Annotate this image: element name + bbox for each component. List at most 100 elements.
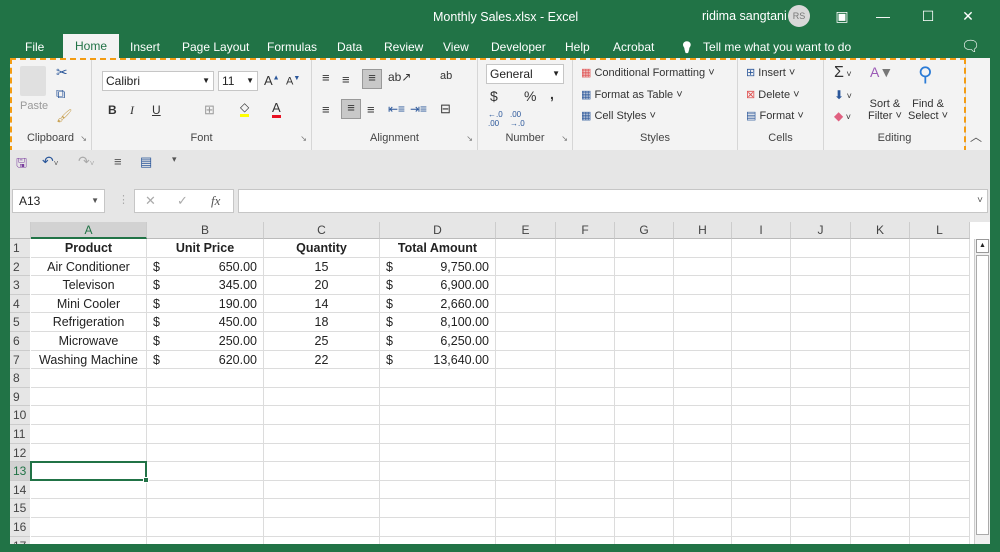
cell-f6[interactable] bbox=[556, 332, 615, 351]
cell-d12[interactable] bbox=[380, 443, 496, 463]
column-header-h[interactable]: H bbox=[674, 222, 732, 239]
cell-a17[interactable] bbox=[31, 536, 147, 544]
cell-j17[interactable] bbox=[791, 536, 851, 544]
cell-d17[interactable] bbox=[380, 536, 496, 544]
row-header-1[interactable]: 1 bbox=[10, 239, 30, 258]
cell-d14[interactable] bbox=[380, 480, 496, 500]
font-size-select[interactable]: 11 ▼ bbox=[218, 71, 258, 91]
cell-l4[interactable] bbox=[910, 294, 970, 314]
row-header-10[interactable]: 10 bbox=[10, 406, 30, 425]
cell-h10[interactable] bbox=[674, 406, 732, 425]
cell-i7[interactable] bbox=[732, 350, 791, 370]
cell-b8[interactable] bbox=[147, 369, 264, 388]
cell-a5[interactable]: Refrigeration bbox=[31, 313, 147, 332]
merge-center-icon[interactable]: ⊟ bbox=[440, 101, 451, 117]
cell-g4[interactable] bbox=[615, 294, 674, 314]
cell-i2[interactable] bbox=[732, 257, 791, 277]
cell-a12[interactable] bbox=[31, 443, 147, 463]
column-header-a[interactable]: A bbox=[31, 222, 147, 239]
paste-button[interactable]: Paste bbox=[20, 100, 48, 112]
cell-f8[interactable] bbox=[556, 369, 615, 388]
wrap-text-icon[interactable]: ab bbox=[440, 70, 452, 82]
cell-c11[interactable] bbox=[264, 425, 380, 444]
cell-b13[interactable] bbox=[147, 462, 264, 481]
cell-j3[interactable] bbox=[791, 276, 851, 295]
cell-g8[interactable] bbox=[615, 369, 674, 388]
select-all-button[interactable] bbox=[10, 222, 31, 239]
row-header-7[interactable]: 7 bbox=[10, 350, 30, 370]
cell-e11[interactable] bbox=[496, 425, 556, 444]
tab-acrobat[interactable]: Acrobat bbox=[613, 37, 654, 58]
column-header-e[interactable]: E bbox=[496, 222, 556, 239]
cell-k9[interactable] bbox=[851, 387, 910, 407]
autosum-button[interactable]: Σ ˅ bbox=[834, 64, 852, 82]
cell-d11[interactable] bbox=[380, 425, 496, 444]
font-color-icon[interactable]: A bbox=[272, 100, 281, 118]
clear-button[interactable]: ◆ ˅ bbox=[834, 109, 851, 123]
cell-a1[interactable]: Product bbox=[31, 239, 147, 258]
cell-f2[interactable] bbox=[556, 257, 615, 277]
cell-f7[interactable] bbox=[556, 350, 615, 370]
alignment-launcher-icon[interactable]: ↘ bbox=[466, 134, 473, 143]
top-align-icon[interactable]: ≡ bbox=[322, 70, 330, 85]
format-cells-button[interactable]: ▤ Format ˅ bbox=[746, 109, 804, 122]
cell-i14[interactable] bbox=[732, 480, 791, 500]
cell-j15[interactable] bbox=[791, 499, 851, 518]
cell-f17[interactable] bbox=[556, 536, 615, 544]
cell-a2[interactable]: Air Conditioner bbox=[31, 257, 147, 277]
cell-f11[interactable] bbox=[556, 425, 615, 444]
format-painter-icon[interactable]: 🖌 bbox=[56, 108, 73, 124]
cell-f13[interactable] bbox=[556, 462, 615, 481]
find-icon[interactable]: ⚲ bbox=[918, 62, 933, 87]
column-header-f[interactable]: F bbox=[556, 222, 615, 239]
decrease-decimal-icon[interactable]: .00 →.0 bbox=[510, 110, 525, 128]
cell-c14[interactable] bbox=[264, 480, 380, 500]
cell-k8[interactable] bbox=[851, 369, 910, 388]
cell-e4[interactable] bbox=[496, 294, 556, 314]
worksheet-grid[interactable]: A B C D E F G H I J K L 1 Product Unit Price Quantity To… bbox=[10, 222, 990, 544]
cell-f3[interactable] bbox=[556, 276, 615, 295]
sort-filter-icon[interactable]: A▼ bbox=[870, 64, 893, 80]
cell-b15[interactable] bbox=[147, 499, 264, 518]
cell-g9[interactable] bbox=[615, 387, 674, 407]
cell-l8[interactable] bbox=[910, 369, 970, 388]
cell-l6[interactable] bbox=[910, 332, 970, 351]
cell-c7[interactable]: 22 bbox=[264, 350, 380, 370]
row-header-2[interactable]: 2 bbox=[10, 257, 30, 277]
cell-e9[interactable] bbox=[496, 387, 556, 407]
cell-a11[interactable] bbox=[31, 425, 147, 444]
row-header-4[interactable]: 4 bbox=[10, 294, 30, 314]
fill-handle[interactable] bbox=[143, 476, 149, 483]
cell-c9[interactable] bbox=[264, 387, 380, 407]
cell-i10[interactable] bbox=[732, 406, 791, 425]
user-name[interactable]: ridima sangtani bbox=[702, 9, 787, 23]
number-launcher-icon[interactable]: ↘ bbox=[561, 134, 568, 143]
cell-d16[interactable] bbox=[380, 518, 496, 537]
expand-formula-bar-icon[interactable]: ˅ bbox=[977, 192, 983, 210]
align-center-icon[interactable]: ≡ bbox=[341, 99, 361, 119]
cell-d4[interactable]: $2,660.00 bbox=[380, 294, 496, 314]
cell-k3[interactable] bbox=[851, 276, 910, 295]
splitter-icon[interactable]: ⋮ bbox=[118, 193, 129, 206]
cell-i4[interactable] bbox=[732, 294, 791, 314]
increase-font-size-icon[interactable]: A▲ bbox=[264, 73, 280, 88]
cell-j13[interactable] bbox=[791, 462, 851, 481]
cell-f10[interactable] bbox=[556, 406, 615, 425]
cell-b12[interactable] bbox=[147, 443, 264, 463]
tab-formulas[interactable]: Formulas bbox=[267, 37, 317, 58]
row-header-12[interactable]: 12 bbox=[10, 443, 30, 463]
find-select-button[interactable]: Find & Select ˅ bbox=[908, 98, 948, 122]
cell-styles-button[interactable]: ▦ Cell Styles ˅ bbox=[581, 109, 656, 122]
cell-g11[interactable] bbox=[615, 425, 674, 444]
cell-h4[interactable] bbox=[674, 294, 732, 314]
cell-e10[interactable] bbox=[496, 406, 556, 425]
cell-e12[interactable] bbox=[496, 443, 556, 463]
cell-j16[interactable] bbox=[791, 518, 851, 537]
tab-home[interactable]: Home bbox=[63, 34, 120, 58]
cell-h3[interactable] bbox=[674, 276, 732, 295]
cell-b7[interactable]: $620.00 bbox=[147, 350, 264, 370]
cell-k7[interactable] bbox=[851, 350, 910, 370]
cell-k10[interactable] bbox=[851, 406, 910, 425]
collapse-ribbon-icon[interactable]: ︿ bbox=[970, 128, 982, 145]
redo-icon[interactable]: ↷˅ bbox=[78, 153, 94, 170]
